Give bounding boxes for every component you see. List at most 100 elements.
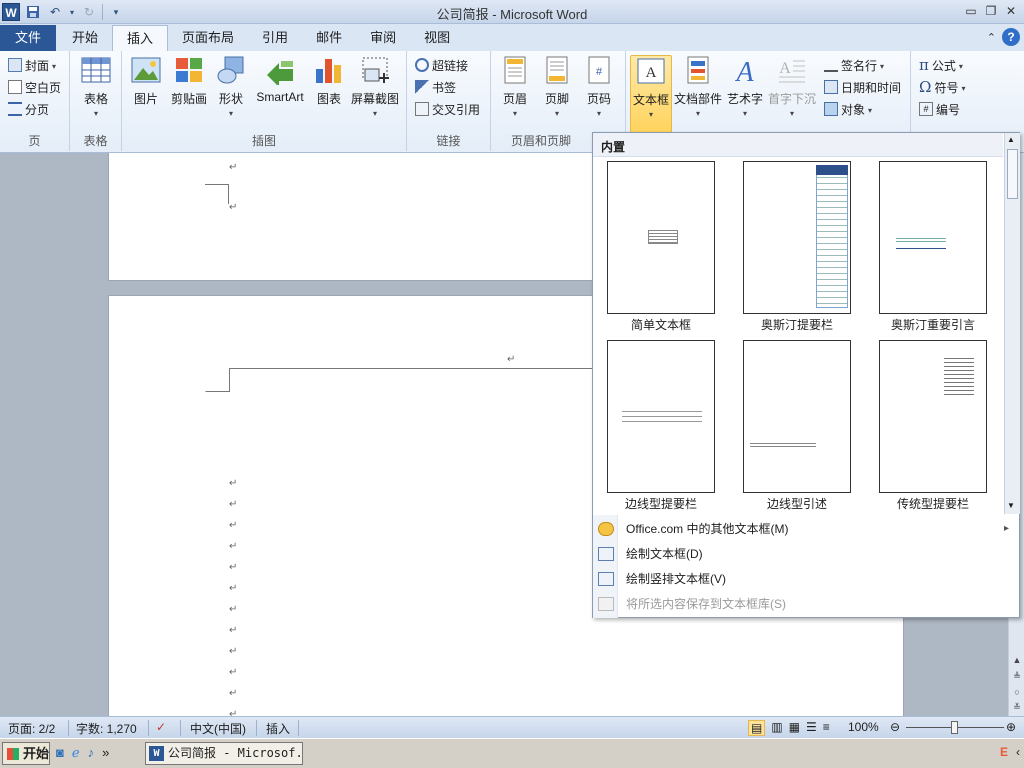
crop-mark (205, 184, 229, 204)
smartart-button[interactable]: SmartArt (252, 55, 308, 104)
more-quick-launch-icon[interactable]: » (102, 745, 109, 761)
cover-page-button[interactable]: 封面 ▾ (8, 55, 56, 75)
table-button[interactable]: 表格 ▾ (79, 55, 113, 118)
header-button[interactable]: 页眉 ▾ (499, 55, 531, 118)
minimize-icon[interactable]: ▭ (962, 2, 980, 20)
tray-expand-icon[interactable]: ‹ (1016, 745, 1020, 759)
hyperlink-button[interactable]: 超链接 (415, 55, 468, 75)
ie-icon[interactable]: ℯ (72, 745, 80, 761)
tab-review[interactable]: 审阅 (356, 25, 410, 51)
start-button[interactable]: 开始 (2, 742, 50, 765)
ribbon-tabs: 文件 开始 插入 页面布局 引用 邮件 审阅 视图 (0, 24, 1024, 51)
gallery-scrollbar[interactable]: ▲ ▼ (1004, 133, 1020, 514)
next-page-icon[interactable]: ≚ (1010, 700, 1024, 714)
footer-button[interactable]: 页脚 ▾ (541, 55, 573, 118)
restore-icon[interactable]: ❐ (982, 2, 1000, 20)
help-icon[interactable]: ? (1002, 28, 1020, 46)
word-count[interactable]: 字数: 1,270 (76, 720, 137, 737)
outline-view-icon[interactable]: ☰ (806, 720, 817, 736)
thumb-edge-sidebar[interactable] (607, 340, 715, 493)
show-desktop-icon[interactable]: ◙ (56, 745, 64, 761)
picture-button[interactable]: 图片 (130, 55, 162, 107)
full-screen-reading-icon[interactable]: ▥ (771, 720, 782, 736)
tab-file[interactable]: 文件 (0, 25, 56, 51)
blank-page-button[interactable]: 空白页 (8, 77, 61, 97)
tab-page-layout[interactable]: 页面布局 (168, 25, 248, 51)
draw-text-box-label: 绘制文本框(D) (626, 547, 703, 561)
text-box-icon: A (637, 58, 665, 84)
word-task-icon: W (149, 746, 164, 761)
clip-art-label: 剪贴画 (170, 92, 207, 106)
help-area: ⌃ ? (987, 28, 1020, 46)
gallery-scroll-thumb[interactable] (1007, 149, 1018, 199)
zoom-slider-thumb[interactable] (951, 721, 958, 734)
text-box-button[interactable]: A 文本框 ▾ (630, 55, 672, 133)
gallery-scroll-down-icon[interactable]: ▼ (1007, 501, 1015, 510)
tab-view[interactable]: 视图 (410, 25, 464, 51)
svg-text:#: # (596, 66, 603, 78)
object-button[interactable]: 对象 ▾ (824, 99, 872, 119)
thumb-austin-sidebar[interactable] (743, 161, 851, 314)
tab-home[interactable]: 开始 (58, 25, 112, 51)
page-count[interactable]: 页面: 2/2 (8, 720, 55, 737)
smartart-icon (267, 61, 293, 85)
wordart-button[interactable]: A 艺术字 ▾ (726, 55, 764, 118)
gallery-scroll-up-icon[interactable]: ▲ (1007, 135, 1015, 144)
print-layout-view-icon[interactable]: ▤ (748, 720, 766, 736)
browse-object-icon[interactable]: ○ (1010, 685, 1024, 699)
thumb-simple-text-box[interactable] (607, 161, 715, 314)
clip-art-icon (176, 58, 202, 82)
date-time-button[interactable]: 日期和时间 (824, 77, 901, 97)
screenshot-button[interactable]: 屏幕截图 ▾ (350, 55, 400, 118)
zoom-out-icon[interactable]: ⊖ (890, 720, 900, 734)
zoom-in-icon[interactable]: ⊕ (1006, 720, 1016, 734)
tab-references[interactable]: 引用 (248, 25, 302, 51)
signature-line-button[interactable]: 签名行 ▾ (824, 55, 884, 75)
prev-page-icon[interactable]: ≜ (1010, 669, 1024, 683)
media-icon[interactable]: ♪ (88, 745, 95, 761)
quick-parts-button[interactable]: 文档部件 ▾ (674, 55, 722, 118)
scroll-up-icon[interactable]: ▲ (1010, 653, 1024, 667)
zoom-level[interactable]: 100% (848, 720, 879, 734)
symbol-label: 符号 (934, 80, 959, 95)
clip-art-button[interactable]: 剪贴画 (169, 55, 209, 107)
draw-vertical-text-box[interactable]: 绘制竖排文本框(V) (593, 566, 1019, 591)
page-break-icon (8, 102, 22, 116)
taskbar-word-item[interactable]: W 公司简报 - Microsof... (145, 742, 303, 765)
page-break-button[interactable]: 分页 (8, 99, 49, 119)
insert-mode[interactable]: 插入 (266, 720, 290, 737)
shapes-button[interactable]: 形状 ▾ (216, 55, 246, 118)
thumb-traditional-sidebar[interactable] (879, 340, 987, 493)
tray-area: E ‹ (1000, 745, 1020, 759)
status-bar: 页面: 2/2 字数: 1,270 ✓ 中文(中国) 插入 ▤ ▥ ▦ ☰ ≡ … (0, 716, 1024, 738)
web-layout-icon[interactable]: ▦ (789, 720, 800, 736)
more-textboxes-office-com[interactable]: Office.com 中的其他文本框(M) ▸ (593, 516, 1019, 541)
number-button[interactable]: # 编号 (919, 99, 960, 119)
screenshot-caret-icon: ▾ (372, 109, 377, 118)
tab-insert[interactable]: 插入 (112, 25, 169, 51)
hyperlink-icon (415, 58, 429, 72)
cross-reference-button[interactable]: 交叉引用 (415, 99, 480, 119)
equation-button[interactable]: π 公式 ▾ (919, 55, 963, 75)
status-separator (148, 720, 149, 736)
proofing-icon[interactable]: ✓ (156, 720, 166, 734)
tray-app-icon[interactable]: E (1000, 745, 1008, 759)
thumb-content (944, 355, 974, 395)
thumb-edge-quote[interactable] (743, 340, 851, 493)
language[interactable]: 中文(中国) (190, 720, 246, 737)
thumb-austin-pull-quote[interactable] (879, 161, 987, 314)
number-label: 编号 (936, 102, 961, 117)
bookmark-button[interactable]: 书签 (415, 77, 456, 97)
page-number-button[interactable]: # 页码 ▾ (583, 55, 615, 118)
draft-view-icon[interactable]: ≡ (823, 720, 830, 736)
drop-cap-button[interactable]: A 首字下沉 ▾ (768, 55, 816, 118)
chart-button[interactable]: 图表 (314, 55, 344, 107)
screenshot-icon (362, 57, 389, 83)
symbol-button[interactable]: Ω 符号 ▾ (919, 77, 965, 97)
close-icon[interactable]: ✕ (1002, 2, 1020, 20)
bookmark-label: 书签 (432, 80, 457, 95)
wordart-caret-icon: ▾ (742, 109, 747, 118)
minimize-ribbon-icon[interactable]: ⌃ (987, 31, 996, 44)
draw-text-box[interactable]: 绘制文本框(D) (593, 541, 1019, 566)
tab-mailings[interactable]: 邮件 (302, 25, 356, 51)
